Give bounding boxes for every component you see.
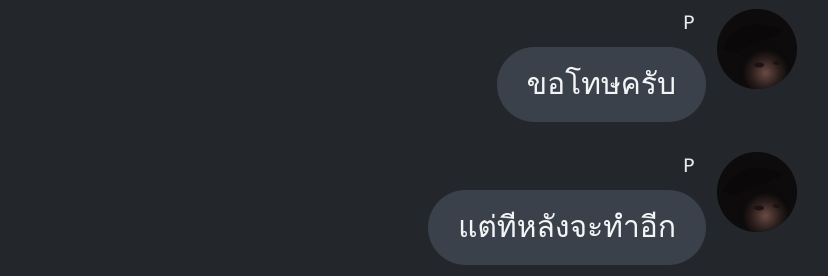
avatar-image-icon — [717, 152, 797, 232]
message-bubble[interactable]: ขอโทษครับ — [496, 47, 706, 122]
avatar-image-icon — [717, 9, 797, 89]
chat-thread: P ขอโทษครับ P แต่ทีหลังจะทำอีก — [0, 0, 828, 276]
avatar[interactable] — [717, 9, 797, 89]
sender-name: P — [683, 12, 695, 34]
sender-name: P — [683, 155, 695, 177]
message-bubble[interactable]: แต่ทีหลังจะทำอีก — [428, 190, 706, 265]
avatar[interactable] — [717, 152, 797, 232]
